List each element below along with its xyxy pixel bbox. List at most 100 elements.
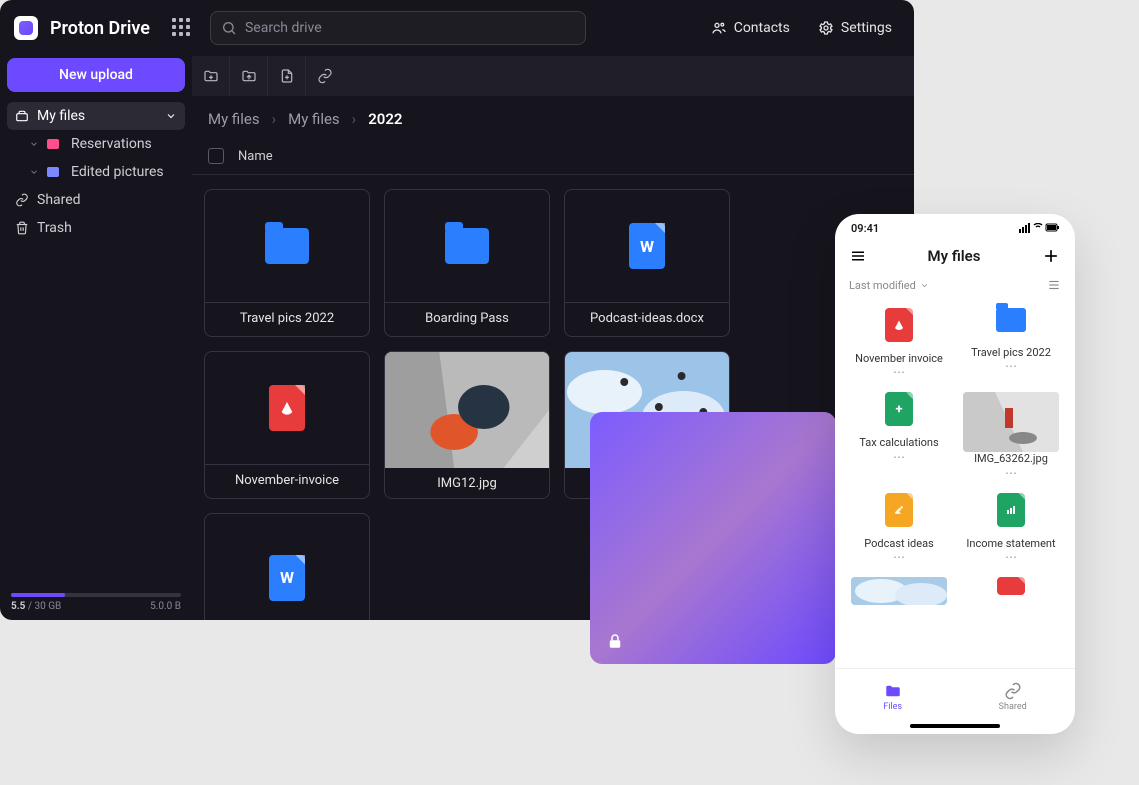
- file-name: Travel pics 2022: [205, 302, 369, 336]
- search-icon: [221, 20, 237, 36]
- version-label: 5.0.0 B: [150, 601, 181, 612]
- file-name: Tax calculations: [859, 436, 938, 450]
- contacts-label: Contacts: [734, 20, 790, 36]
- chevron-down-icon: [165, 110, 177, 122]
- sidebar-item-label: Reservations: [71, 136, 152, 152]
- sidebar-item-label: Shared: [37, 192, 81, 208]
- sidebar: New upload My files Reservations Edited …: [0, 56, 192, 620]
- breadcrumb-item[interactable]: My files: [208, 110, 260, 128]
- layout-toggle-icon[interactable]: [1047, 278, 1061, 292]
- settings-label: Settings: [841, 20, 892, 36]
- phone-statusbar: 09:41: [835, 214, 1075, 242]
- folder-icon: [265, 228, 309, 264]
- list-header: Name: [192, 142, 914, 175]
- tab-shared[interactable]: Shared: [999, 682, 1027, 712]
- sheet-doc-icon: +: [885, 392, 913, 426]
- file-card-doc[interactable]: November-invoice: [204, 351, 370, 499]
- contacts-button[interactable]: Contacts: [703, 14, 798, 42]
- file-name: November-invoice: [205, 464, 369, 498]
- photo-thumbnail: [385, 352, 549, 468]
- file-name: Travel pics 2022: [971, 346, 1051, 360]
- file-name: Boarding Pass: [385, 302, 549, 336]
- breadcrumb: My files › My files › 2022: [192, 96, 914, 142]
- tab-files[interactable]: Files: [883, 682, 902, 712]
- more-icon[interactable]: ⋯: [1005, 360, 1017, 372]
- phone-file-item[interactable]: Travel pics 2022 ⋯: [957, 302, 1065, 384]
- sidebar-item-shared[interactable]: Shared: [7, 186, 185, 214]
- status-indicators: [1019, 223, 1059, 233]
- more-icon[interactable]: ⋯: [893, 551, 905, 563]
- chevron-right-icon: ›: [272, 110, 277, 128]
- word-doc-icon: W: [269, 555, 305, 601]
- phone-file-item[interactable]: [957, 571, 1065, 605]
- word-doc-icon: W: [629, 223, 665, 269]
- upload-file-button[interactable]: [268, 56, 306, 96]
- note-doc-icon: [885, 493, 913, 527]
- chevron-down-icon: [29, 167, 39, 177]
- phone-file-item[interactable]: + Tax calculations ⋯: [845, 386, 953, 484]
- folder-color-chip: [47, 139, 59, 149]
- phone-header: My files: [835, 242, 1075, 274]
- file-name: Income statement: [966, 537, 1055, 551]
- file-plus-icon: [279, 68, 295, 84]
- phone-file-item[interactable]: November invoice ⋯: [845, 302, 953, 384]
- phone-file-item[interactable]: IMG_63262.jpg ⋯: [957, 386, 1065, 484]
- breadcrumb-current: 2022: [368, 110, 402, 128]
- chevron-down-icon: [920, 281, 929, 290]
- file-card-folder[interactable]: Travel pics 2022: [204, 189, 370, 337]
- settings-button[interactable]: Settings: [810, 14, 900, 42]
- toolbar: [192, 56, 914, 96]
- app-title: Proton Drive: [50, 18, 150, 39]
- file-card-doc[interactable]: W Podcast-ideas.docx: [564, 189, 730, 337]
- folder-color-chip: [47, 167, 59, 177]
- search-input[interactable]: [245, 20, 575, 36]
- sidebar-item-trash[interactable]: Trash: [7, 214, 185, 242]
- pdf-doc-icon: [997, 577, 1025, 595]
- file-card-photo[interactable]: IMG12.jpg: [384, 351, 550, 499]
- link-icon: [15, 193, 29, 207]
- file-card-doc[interactable]: W: [204, 513, 370, 620]
- more-icon[interactable]: ⋯: [893, 451, 905, 463]
- sidebar-item-edited-pictures[interactable]: Edited pictures: [21, 158, 185, 186]
- sidebar-item-my-files[interactable]: My files: [7, 102, 185, 130]
- phone-file-item[interactable]: [845, 571, 953, 605]
- apps-switcher-icon[interactable]: [172, 18, 192, 38]
- trash-icon: [15, 221, 29, 235]
- search-box[interactable]: [210, 11, 586, 45]
- sidebar-item-label: Trash: [37, 220, 72, 236]
- sidebar-item-reservations[interactable]: Reservations: [21, 130, 185, 158]
- more-icon[interactable]: ⋯: [893, 366, 905, 378]
- sidebar-item-label: Edited pictures: [71, 164, 164, 180]
- select-all-checkbox[interactable]: [208, 148, 224, 164]
- share-link-button[interactable]: [306, 56, 344, 96]
- photo-thumbnail: [963, 392, 1059, 452]
- breadcrumb-item[interactable]: My files: [288, 110, 340, 128]
- menu-icon[interactable]: [849, 247, 867, 265]
- topbar: Proton Drive Contacts Settings: [0, 0, 914, 56]
- link-icon: [1004, 682, 1022, 700]
- status-time: 09:41: [851, 222, 879, 235]
- more-icon[interactable]: ⋯: [1005, 467, 1017, 479]
- sidebar-item-label: My files: [37, 108, 85, 124]
- file-name: Podcast-ideas.docx: [565, 302, 729, 336]
- new-folder-button[interactable]: [192, 56, 230, 96]
- link-icon: [317, 68, 333, 84]
- file-name: November invoice: [855, 352, 943, 366]
- phone-sort-row: Last modified: [835, 274, 1075, 296]
- sort-button[interactable]: Last modified: [849, 279, 929, 292]
- pdf-doc-icon: [269, 385, 305, 431]
- file-card-folder[interactable]: Boarding Pass: [384, 189, 550, 337]
- chevron-right-icon: ›: [352, 110, 357, 128]
- gear-icon: [818, 20, 834, 36]
- file-name: IMG_63262.jpg: [974, 452, 1048, 466]
- column-name: Name: [238, 149, 273, 164]
- new-upload-button[interactable]: New upload: [7, 58, 185, 92]
- photo-thumbnail: [851, 577, 947, 605]
- more-icon[interactable]: ⋯: [1005, 551, 1017, 563]
- phone-file-item[interactable]: Podcast ideas ⋯: [845, 487, 953, 569]
- storage-text: 5.5 / 30 GB 5.0.0 B: [7, 601, 185, 612]
- plus-icon[interactable]: [1041, 246, 1061, 266]
- upload-folder-button[interactable]: [230, 56, 268, 96]
- phone-file-item[interactable]: Income statement ⋯: [957, 487, 1065, 569]
- folder-icon: [884, 682, 902, 700]
